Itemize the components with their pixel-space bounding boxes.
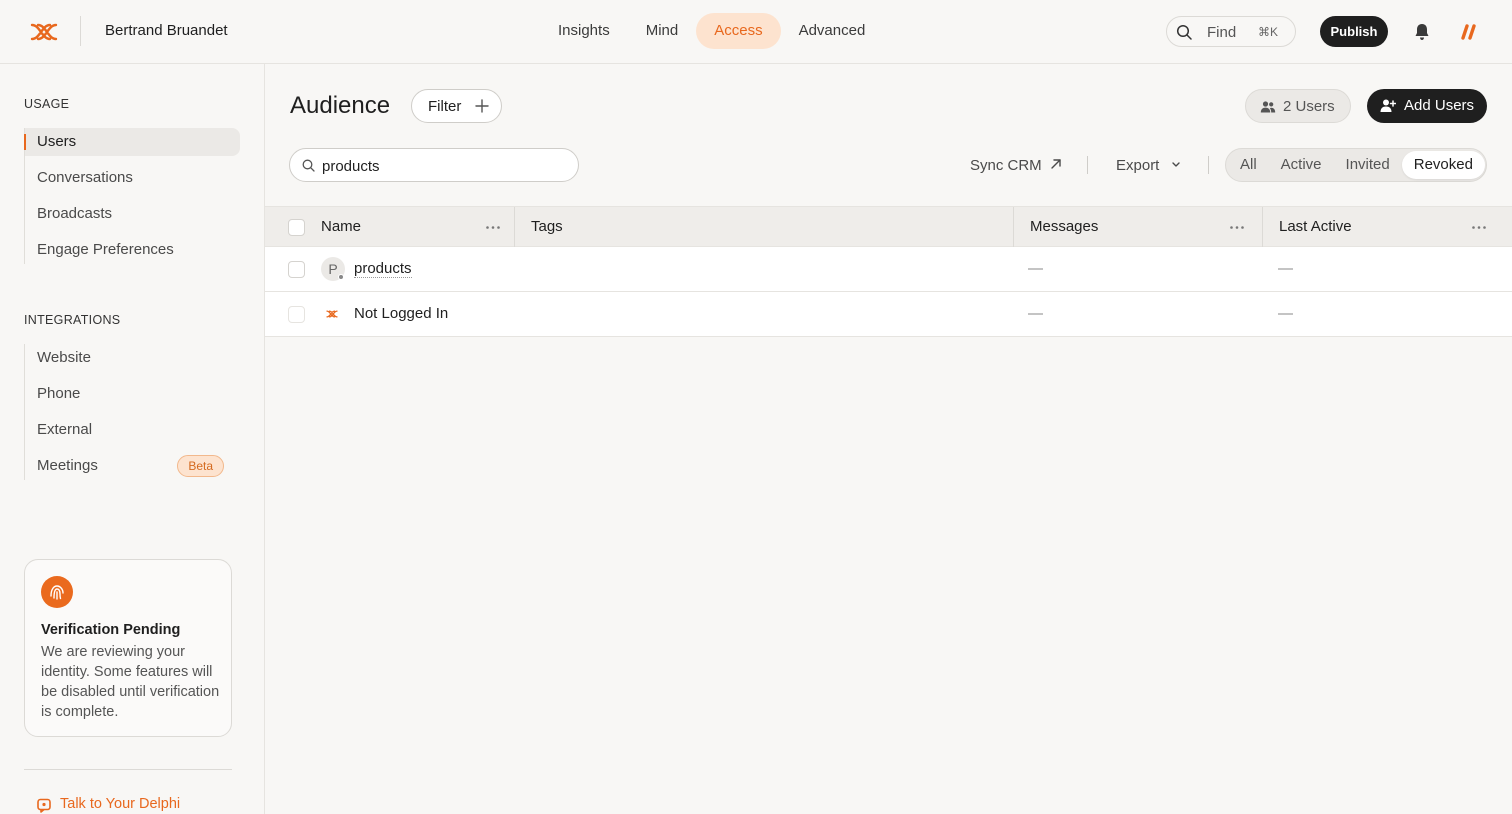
nav-mind[interactable]: Mind: [628, 13, 697, 49]
nav-advanced[interactable]: Advanced: [781, 13, 884, 49]
last-active-cell: —: [1278, 305, 1293, 322]
sidebar-item-phone[interactable]: Phone: [25, 380, 232, 408]
column-last-active[interactable]: Last Active: [1279, 207, 1352, 247]
find-button[interactable]: Find ⌘K: [1166, 16, 1296, 47]
chevron-down-icon: [1172, 162, 1180, 167]
more-icon[interactable]: [486, 226, 500, 229]
tab-revoked[interactable]: Revoked: [1401, 151, 1485, 179]
column-messages[interactable]: Messages: [1030, 207, 1098, 247]
chat-icon: [37, 798, 51, 813]
column-divider: [1262, 207, 1263, 247]
row-checkbox[interactable]: [288, 261, 305, 278]
users-count-label: 2 Users: [1283, 98, 1335, 115]
audience-search: [289, 148, 579, 182]
bell-icon[interactable]: [1412, 22, 1432, 42]
filter-label: Filter: [428, 98, 462, 115]
tab-active[interactable]: Active: [1269, 151, 1334, 179]
add-user-icon: [1380, 99, 1396, 112]
export-label: Export: [1116, 157, 1160, 174]
messages-cell: —: [1028, 260, 1043, 277]
search-input[interactable]: [322, 155, 562, 177]
toolbar-divider: [1087, 156, 1088, 174]
usage-nav: Users Conversations Broadcasts Engage Pr…: [24, 128, 240, 264]
table-row[interactable]: P products — —: [265, 247, 1512, 292]
plus-icon: [475, 99, 489, 113]
add-users-button[interactable]: Add Users: [1367, 89, 1487, 123]
more-icon[interactable]: [1472, 226, 1486, 229]
beta-badge: Beta: [177, 455, 224, 477]
search-icon: [1176, 24, 1192, 40]
tab-all[interactable]: All: [1228, 151, 1269, 179]
verification-title: Verification Pending: [41, 622, 181, 638]
header-divider: [80, 16, 81, 46]
delphi-logo-icon[interactable]: [30, 20, 58, 44]
column-divider: [514, 207, 515, 247]
sidebar-item-engage-preferences[interactable]: Engage Preferences: [25, 236, 240, 264]
audience-table: Name Tags Messages Last Active P product…: [265, 206, 1512, 337]
avatar-initial: P: [328, 261, 338, 277]
table-row[interactable]: Not Logged In — —: [265, 292, 1512, 337]
integrations-section-title: INTEGRATIONS: [24, 313, 121, 327]
talk-to-delphi-label: Talk to Your Delphi: [60, 796, 181, 812]
sync-crm-button[interactable]: Sync CRM: [970, 157, 1061, 174]
select-all-checkbox[interactable]: [288, 219, 305, 236]
filter-button[interactable]: Filter: [411, 89, 502, 123]
sidebar: USAGE Users Conversations Broadcasts Eng…: [0, 64, 265, 814]
nav-insights[interactable]: Insights: [540, 13, 628, 49]
more-icon[interactable]: [1230, 226, 1244, 229]
sidebar-item-website[interactable]: Website: [25, 344, 232, 372]
verification-card: Verification Pending We are reviewing yo…: [24, 559, 232, 737]
users-count-badge[interactable]: 2 Users: [1245, 89, 1351, 123]
brand-mark-icon[interactable]: [1460, 24, 1478, 40]
user-name[interactable]: products: [354, 260, 412, 278]
sidebar-item-broadcasts[interactable]: Broadcasts: [25, 200, 240, 228]
nav-access[interactable]: Access: [696, 13, 781, 49]
user-name[interactable]: Not Logged In: [354, 305, 448, 322]
search-icon: [302, 159, 315, 172]
verification-text: We are reviewing your identity. Some fea…: [41, 644, 220, 720]
delphi-logo-icon: [326, 310, 338, 318]
add-users-label: Add Users: [1404, 97, 1475, 114]
table-header: Name Tags Messages Last Active: [265, 206, 1512, 247]
sidebar-item-meetings[interactable]: Meetings Beta: [25, 452, 232, 480]
export-dropdown[interactable]: Export: [1116, 157, 1180, 174]
messages-cell: —: [1028, 305, 1043, 322]
users-icon: [1260, 101, 1276, 113]
top-bar: Bertrand Bruandet Insights Mind Access A…: [0, 0, 1512, 64]
page-title: Audience: [290, 92, 391, 119]
avatar: P: [321, 257, 345, 281]
main-content: Audience Filter 2 Users Add Users produc…: [265, 64, 1512, 814]
tab-invited[interactable]: Invited: [1334, 151, 1402, 179]
sidebar-item-users[interactable]: Users: [24, 128, 240, 156]
integrations-nav: Website Phone External Meetings Beta: [24, 344, 232, 480]
arrow-up-right-icon: [1051, 159, 1061, 169]
sync-crm-label: Sync CRM: [970, 157, 1042, 174]
sidebar-divider: [24, 769, 232, 770]
find-label: Find: [1207, 24, 1237, 41]
main-nav: Insights Mind Access Advanced: [540, 13, 883, 49]
sidebar-item-external[interactable]: External: [25, 416, 232, 444]
workspace-name[interactable]: Bertrand Bruandet: [105, 22, 228, 39]
sidebar-item-conversations[interactable]: Conversations: [25, 164, 240, 192]
last-active-cell: —: [1278, 260, 1293, 277]
column-tags[interactable]: Tags: [531, 207, 563, 247]
column-divider: [1013, 207, 1014, 247]
column-name[interactable]: Name: [321, 207, 361, 247]
usage-section-title: USAGE: [24, 97, 70, 111]
sidebar-item-meetings-label: Meetings: [37, 457, 98, 474]
find-shortcut: ⌘K: [1258, 25, 1279, 39]
row-checkbox[interactable]: [288, 306, 305, 323]
toolbar-divider: [1208, 156, 1209, 174]
fingerprint-icon: [41, 576, 73, 608]
publish-button[interactable]: Publish: [1320, 16, 1388, 47]
status-filter-tabs: All Active Invited Revoked: [1225, 148, 1487, 182]
status-dot: [338, 274, 344, 280]
